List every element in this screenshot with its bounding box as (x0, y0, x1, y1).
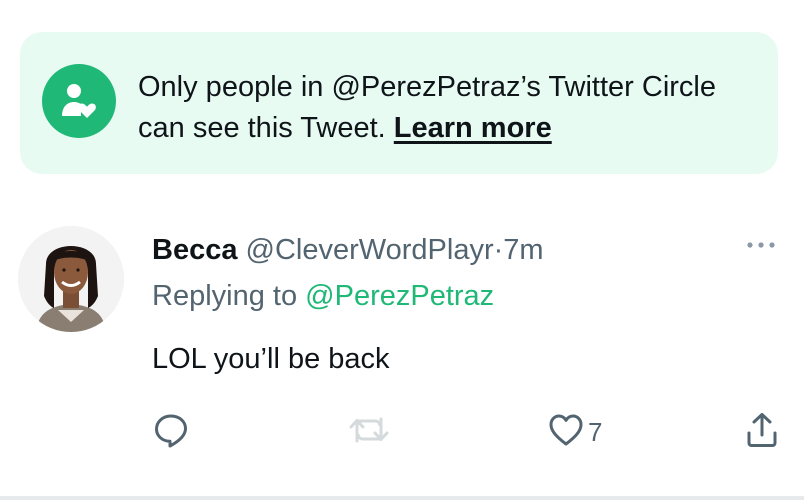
retweet-icon (348, 411, 390, 454)
tweet-header: Becca @CleverWordPlayr·7m (152, 232, 544, 268)
replying-label: Replying to (152, 280, 298, 312)
reply-icon (152, 411, 190, 454)
heart-icon (548, 411, 584, 454)
replying-handle-link[interactable]: @PerezPetraz (305, 280, 494, 312)
avatar[interactable] (18, 226, 124, 332)
learn-more-link[interactable]: Learn more (394, 112, 552, 144)
author-name[interactable]: Becca (152, 234, 237, 266)
more-options-icon[interactable] (744, 234, 778, 256)
author-handle[interactable]: @CleverWordPlayr (246, 234, 494, 266)
divider (0, 496, 804, 500)
share-button[interactable] (744, 410, 780, 454)
tweet-timestamp[interactable]: 7m (503, 234, 543, 266)
header-separator: · (493, 234, 504, 266)
tweet-text: LOL you’ll be back (152, 343, 390, 375)
retweet-button[interactable] (348, 410, 390, 454)
banner-message: Only people in @PerezPetraz’s Twitter Ci… (138, 67, 758, 149)
replying-to: Replying to @PerezPetraz (152, 278, 494, 314)
like-button[interactable]: 7 (548, 410, 602, 454)
reply-button[interactable] (152, 410, 190, 454)
twitter-circle-person-heart-icon (42, 64, 116, 138)
share-icon (744, 411, 780, 454)
like-count: 7 (588, 416, 603, 447)
twitter-circle-banner: Only people in @PerezPetraz’s Twitter Ci… (20, 32, 778, 174)
